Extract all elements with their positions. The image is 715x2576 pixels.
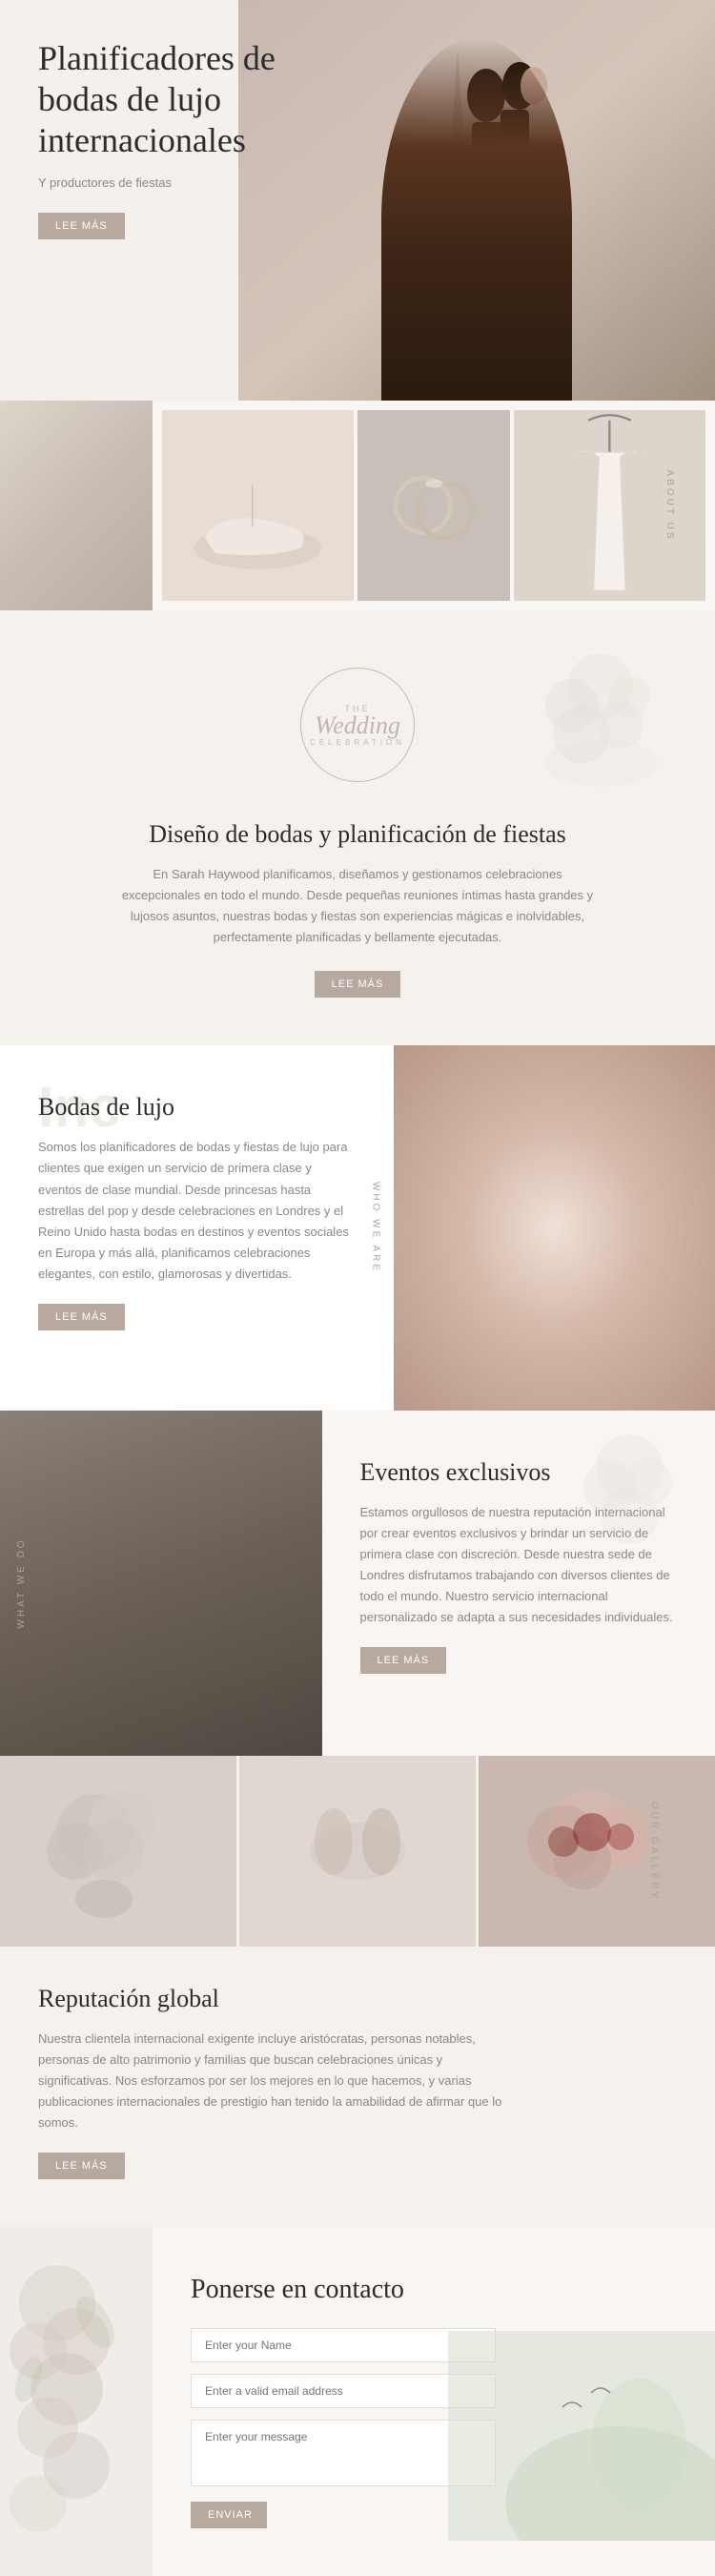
boutonniere-illustration: [0, 1411, 322, 1756]
contact-section: Ponerse en contacto Enviar: [0, 2227, 715, 2576]
luxury-text: Somos los planificadores de bodas y fies…: [38, 1137, 356, 1285]
what-cta-button[interactable]: Lee más: [360, 1647, 447, 1674]
gallery-bouquet-2: [479, 1756, 715, 1947]
wedding-section: THE Wedding CELEBRATION Diseño de bodas …: [0, 610, 715, 1045]
wedding-section-title: Diseño de bodas y planificación de fiest…: [38, 820, 677, 849]
what-we-do-section: WHAT WE DO Eventos exclusivos Estamos or…: [0, 1411, 715, 1756]
gallery-section: OUR GALLERY Reputación global Nuestra cl…: [0, 1756, 715, 2227]
contact-flowers-left: [0, 2227, 153, 2576]
contact-submit-button[interactable]: Enviar: [191, 2502, 267, 2528]
who-we-are-label: WHO WE ARE: [371, 1182, 381, 1273]
about-us-label: ABOUT US: [664, 470, 675, 542]
gallery-grid-container: OUR GALLERY: [0, 1756, 715, 1947]
wedding-cta-button[interactable]: Lee más: [315, 971, 401, 998]
hero-section: Planificadores de bodas de lujo internac…: [0, 0, 715, 401]
wedding-flowers-decor: [505, 629, 696, 820]
luxury-content-left: Inc Bodas de lujo Somos los planificador…: [0, 1045, 394, 1410]
gallery-bouquet-1: [0, 1756, 236, 1947]
hero-title: Planificadores de bodas de lujo internac…: [38, 38, 305, 162]
about-rings-image: [358, 410, 511, 601]
wedding-circle-logo: THE Wedding CELEBRATION: [300, 668, 415, 782]
gallery-item-2: [239, 1756, 476, 1947]
hero-subtitle: Y productores de fiestas: [38, 175, 305, 190]
gallery-item-1: [0, 1756, 236, 1947]
flowers-decor-right: [553, 1420, 705, 1573]
gallery-hands-image: [239, 1756, 476, 1947]
wedding-celebration-text: CELEBRATION: [310, 738, 405, 747]
what-we-do-label: WHAT WE DO: [16, 1537, 27, 1628]
gallery-cta-button[interactable]: Lee más: [38, 2153, 125, 2179]
gallery-text: Nuestra clientela internacional exigente…: [38, 2029, 515, 2133]
luxury-title: Bodas de lujo: [38, 1093, 356, 1122]
about-dress-image: [514, 410, 705, 601]
gallery-item-3: [479, 1756, 715, 1947]
what-right-content: Eventos exclusivos Estamos orgullosos de…: [322, 1411, 715, 1756]
about-flowers-left: [0, 401, 153, 610]
luxury-flowers-image: [394, 1045, 715, 1410]
wedding-script-text: Wedding: [315, 713, 400, 738]
contact-message-input[interactable]: [191, 2420, 496, 2486]
hero-couple-illustration: [238, 0, 715, 401]
hero-text-block: Planificadores de bodas de lujo internac…: [38, 38, 305, 239]
wedding-section-text: En Sarah Haywood planificamos, diseñamos…: [119, 864, 596, 948]
luxury-cta-button[interactable]: Lee más: [38, 1304, 125, 1330]
gallery-text-section: Reputación global Nuestra clientela inte…: [0, 1947, 715, 2227]
contact-name-input[interactable]: [191, 2328, 496, 2362]
about-images-group: [153, 401, 715, 610]
about-strip-section: ABOUT US: [0, 401, 715, 610]
luxury-text-content: Bodas de lujo Somos los planificadores d…: [38, 1093, 356, 1330]
contact-title: Ponerse en contacto: [191, 2275, 677, 2305]
gallery-grid: [0, 1756, 715, 1947]
what-left-image: WHAT WE DO: [0, 1411, 322, 1756]
hero-image: [238, 0, 715, 401]
about-shoes-image: [162, 410, 354, 601]
our-gallery-label: OUR GALLERY: [649, 1802, 660, 1901]
contact-form: Enviar: [191, 2328, 496, 2528]
contact-flowers-illustration: [0, 2227, 153, 2551]
luxury-section: Inc Bodas de lujo Somos los planificador…: [0, 1045, 715, 1410]
what-flowers-decor: [553, 1420, 705, 1590]
gallery-title: Reputación global: [38, 1985, 677, 2013]
luxury-roses-illustration: [394, 1045, 715, 1410]
contact-email-input[interactable]: [191, 2374, 496, 2408]
contact-form-container: Ponerse en contacto Enviar: [153, 2227, 715, 2576]
flowers-illustration-left: [0, 401, 153, 610]
hero-cta-button[interactable]: Lee más: [38, 213, 125, 239]
flowers-decoration: [505, 629, 696, 801]
